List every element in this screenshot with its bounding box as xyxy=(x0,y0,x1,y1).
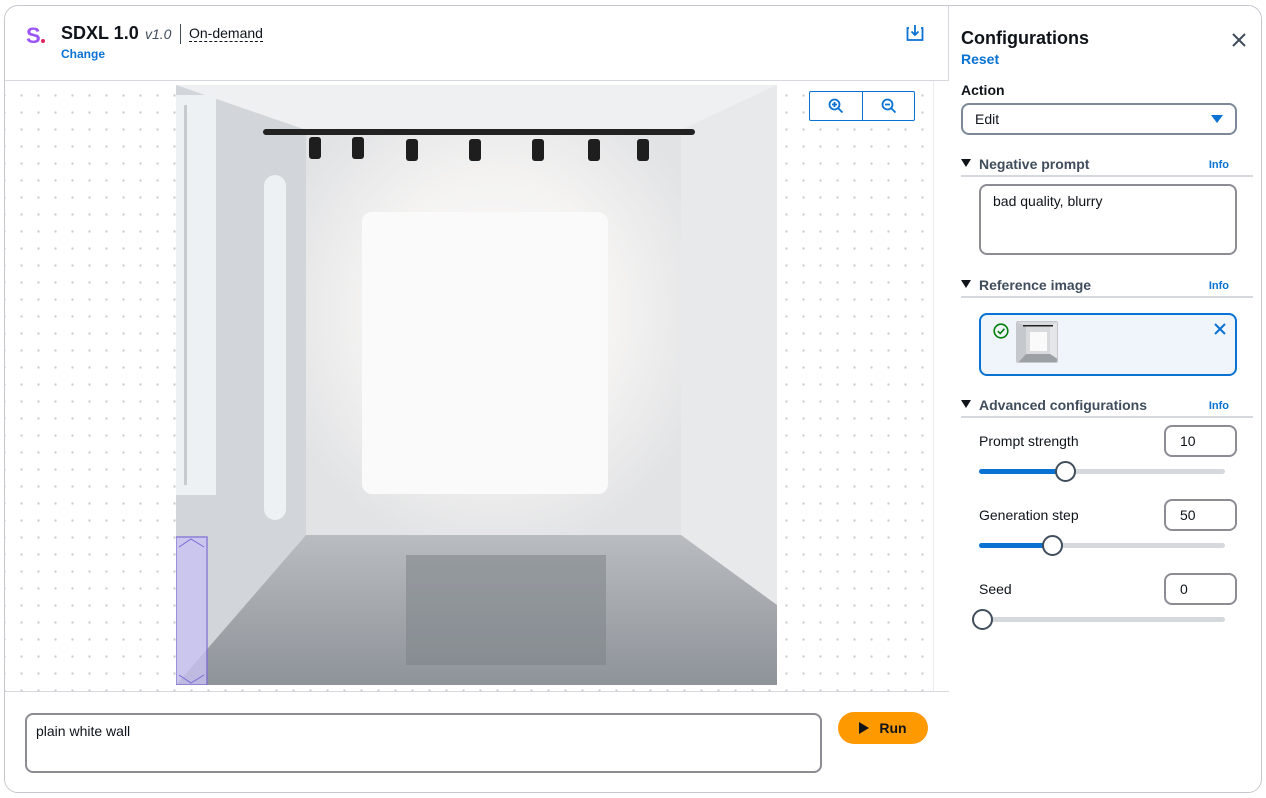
app-window: S SDXL 1.0 v1.0 On-demand Change plain w… xyxy=(4,5,1262,793)
reference-image-info-link[interactable]: Info xyxy=(1209,280,1229,292)
play-icon xyxy=(859,722,870,734)
close-icon[interactable] xyxy=(1229,30,1249,50)
caret-down-icon xyxy=(961,159,971,167)
slider-thumb[interactable] xyxy=(972,609,993,630)
model-header: S SDXL 1.0 v1.0 On-demand Change xyxy=(5,6,949,81)
model-version: v1.0 xyxy=(145,26,172,42)
prompt-strength-slider[interactable] xyxy=(979,461,1225,482)
advanced-configurations-label: Advanced configurations xyxy=(979,397,1148,413)
generation-step-slider[interactable] xyxy=(979,535,1225,556)
seed-slider[interactable] xyxy=(972,609,1225,630)
remove-icon[interactable] xyxy=(1212,321,1228,337)
prompt-input[interactable]: plain white wall xyxy=(25,713,822,773)
negative-prompt-label: Negative prompt xyxy=(979,156,1090,172)
change-model-link[interactable]: Change xyxy=(61,47,105,61)
throughput-mode[interactable]: On-demand xyxy=(189,25,263,42)
prompt-strength-label: Prompt strength xyxy=(979,433,1079,449)
slider-fill xyxy=(979,469,1066,474)
prompt-bar: plain white wall Run xyxy=(5,691,949,792)
canvas-scrollbar[interactable] xyxy=(933,81,949,691)
reference-image-label: Reference image xyxy=(979,277,1092,293)
run-button[interactable]: Run xyxy=(838,712,928,744)
zoom-controls xyxy=(809,91,915,121)
reference-image-section-header[interactable]: Reference image Info xyxy=(961,276,1253,298)
image-canvas[interactable] xyxy=(5,81,933,691)
seed-input[interactable] xyxy=(1164,573,1237,605)
negative-prompt-info-link[interactable]: Info xyxy=(1209,159,1229,171)
slider-thumb[interactable] xyxy=(1054,461,1076,482)
action-select[interactable]: Edit xyxy=(961,103,1237,135)
configurations-panel: Configurations Reset Action Edit Negativ… xyxy=(949,6,1261,792)
reference-image-token xyxy=(979,313,1237,376)
prompt-strength-input[interactable] xyxy=(1164,425,1237,457)
panel-title: Configurations xyxy=(961,28,1089,48)
zoom-out-icon[interactable] xyxy=(862,92,914,120)
negative-prompt-input[interactable]: bad quality, blurry xyxy=(979,184,1237,255)
model-name: SDXL 1.0 xyxy=(61,23,139,43)
generation-step-label: Generation step xyxy=(979,507,1079,523)
action-label: Action xyxy=(961,82,1005,98)
advanced-configurations-section-header[interactable]: Advanced configurations Info xyxy=(961,396,1253,418)
action-select-value: Edit xyxy=(975,111,1000,127)
seed-label: Seed xyxy=(979,581,1012,597)
slider-thumb[interactable] xyxy=(1042,535,1064,556)
generated-image[interactable] xyxy=(176,85,777,685)
run-button-label: Run xyxy=(879,720,907,736)
generation-step-input[interactable] xyxy=(1164,499,1237,531)
caret-down-icon xyxy=(961,400,971,408)
header-divider xyxy=(180,24,181,44)
playground-panel: S SDXL 1.0 v1.0 On-demand Change plain w… xyxy=(5,6,949,792)
provider-logo: S xyxy=(26,23,45,49)
reference-image-thumbnail xyxy=(1016,321,1058,363)
advanced-configurations-info-link[interactable]: Info xyxy=(1209,400,1229,412)
negative-prompt-section-header[interactable]: Negative prompt Info xyxy=(961,155,1253,177)
success-check-icon xyxy=(993,323,1009,339)
caret-down-icon xyxy=(1211,115,1223,123)
caret-down-icon xyxy=(961,280,971,288)
reset-link[interactable]: Reset xyxy=(961,51,999,67)
zoom-in-icon[interactable] xyxy=(810,92,862,120)
download-icon[interactable] xyxy=(905,23,925,43)
